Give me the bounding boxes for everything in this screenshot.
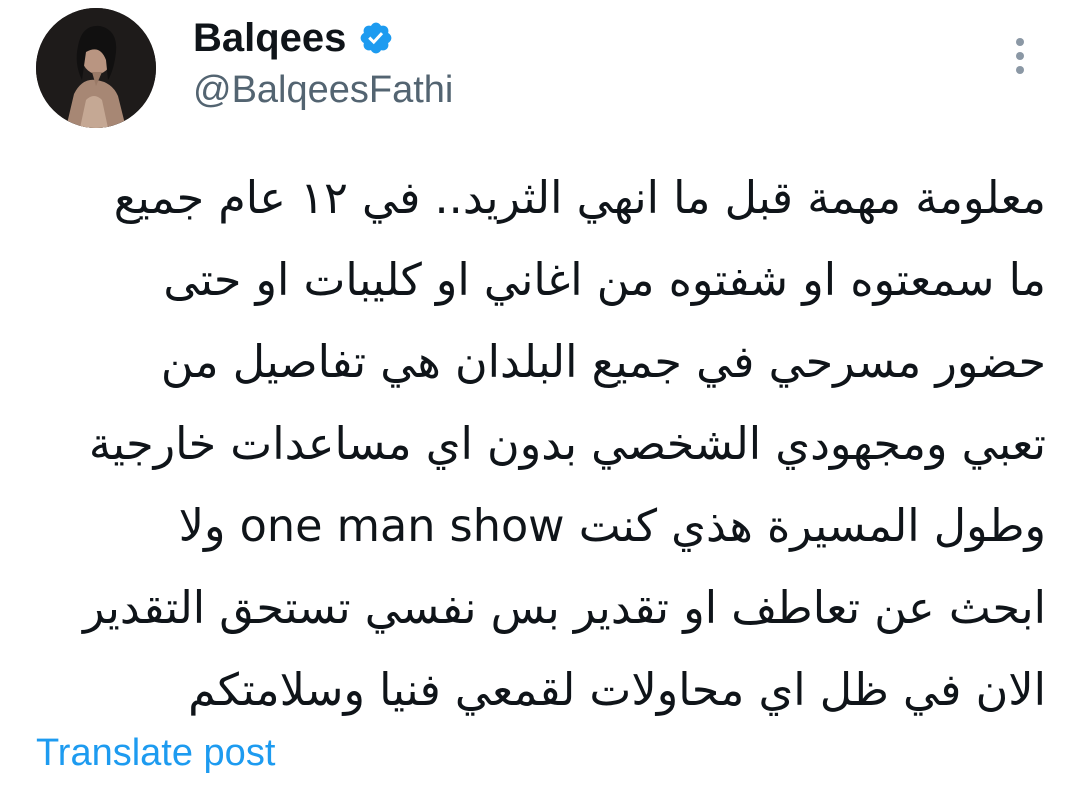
more-options-button[interactable] — [1002, 34, 1038, 78]
profile-photo — [36, 8, 156, 128]
translate-post-link[interactable]: Translate post — [36, 728, 275, 778]
tweet-line: الان في ظل اي محاولات لقمعي فنيا وسلامتك… — [188, 665, 1046, 716]
tweet-line: ما سمعتوه او شفتوه من اغاني او كليبات او… — [163, 255, 1046, 306]
tweet-line: معلومة مهمة قبل ما انهي الثريد.. في ١٢ ع… — [113, 173, 1046, 224]
verified-badge-icon — [361, 22, 392, 54]
tweet-line: ابحث عن تعاطف او تقدير بس نفسي تستحق الت… — [82, 583, 1046, 634]
author-display-name[interactable]: Balqees — [193, 14, 346, 62]
tweet-line: حضور مسرحي في جميع البلدان هي تفاصيل من — [160, 337, 1046, 388]
avatar[interactable] — [36, 8, 156, 128]
more-vertical-icon — [1016, 38, 1024, 74]
author-handle[interactable]: @BalqeesFathi — [193, 66, 453, 114]
author-name-row: Balqees — [193, 14, 394, 62]
tweet-line: وطول المسيرة هذي كنت one man show ولا — [178, 501, 1046, 552]
tweet-line: تعبي ومجهودي الشخصي بدون اي مساعدات خارج… — [88, 419, 1046, 470]
tweet-text: معلومة مهمة قبل ما انهي الثريد.. في ١٢ ع… — [36, 158, 1046, 732]
